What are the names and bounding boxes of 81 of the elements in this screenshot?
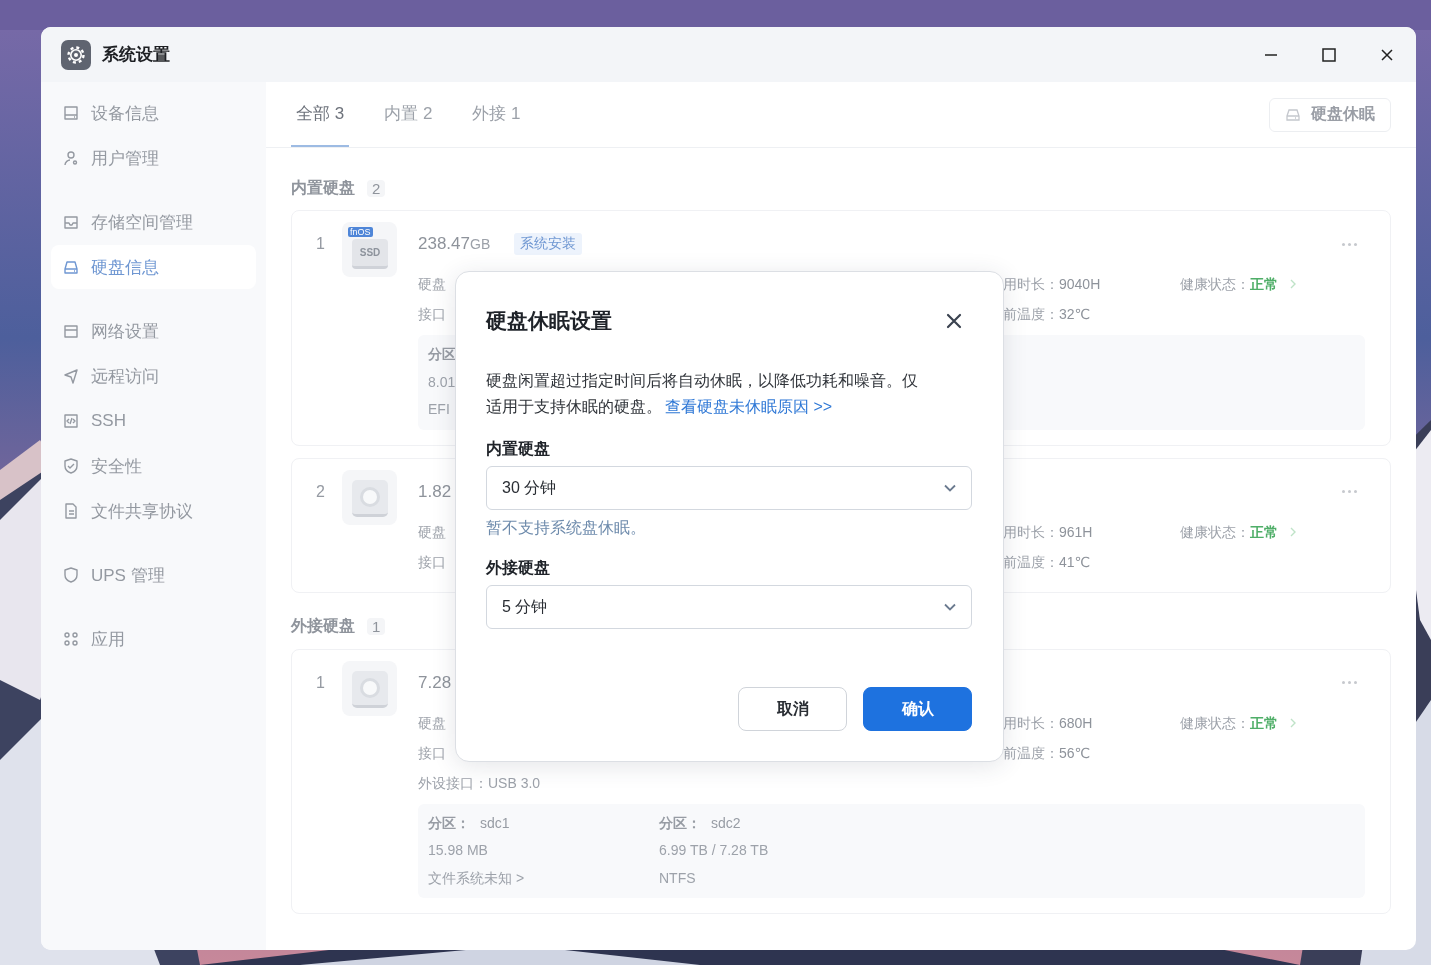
disk-detail: 接口 [418,305,446,324]
health-status[interactable]: 健康状态：正常 [1180,516,1298,547]
health-status[interactable]: 健康状态：正常 [1180,707,1298,738]
section-title: 内置硬盘 [291,177,355,198]
partition-name: 分区： sdc2 [659,813,741,833]
partition-detail: EFI [428,400,450,419]
disk-detail: 硬盘 [418,713,446,733]
sidebar-item[interactable]: 存储空间管理 [51,200,256,244]
confirm-button[interactable]: 确认 [863,687,972,731]
select-field[interactable]: 30 分钟 [486,466,972,510]
chevron-right-icon [1288,526,1298,537]
disk-index: 2 [316,481,326,502]
field-label: 外接硬盘 [486,558,550,578]
sidebar-item[interactable]: 应用 [51,617,256,661]
disk-stat: 前温度：32℃ [1003,305,1091,324]
partition-detail: 文件系统未知 > [428,868,525,888]
menu-item-icon [62,566,80,584]
dialog-description: 硬盘闲置超过指定时间后将自动休眠，以降低功耗和噪音。仅适用于支持休眠的硬盘。 查看硬盘未休眠原因 >> [486,371,919,417]
close-icon[interactable] [1380,47,1394,62]
partition-name: 分区： sdc1 [428,813,510,833]
chevron-right-icon [1288,279,1298,289]
sidebar-item[interactable]: 用户管理 [51,136,256,180]
partition-detail: 8.01 [428,372,456,392]
disk-stat: 前温度：56℃ [1003,743,1091,763]
dialog-title: 硬盘休眠设置 [486,308,612,334]
reason-link[interactable]: 查看硬盘未休眠原因 >> [665,398,833,415]
disk-detail: 硬盘 [418,522,446,542]
tab[interactable]: 全部 3 [291,82,350,147]
partition-name: 分区 [428,345,456,364]
sidebar-item[interactable]: 硬盘信息 [51,245,256,289]
sidebar-item[interactable]: 远程访问 [51,354,256,398]
sidebar-item[interactable]: 文件共享协议 [51,489,256,533]
count-badge: 2 [367,179,386,197]
disk-size: 238.47GB [418,234,491,254]
menu-item-icon [62,630,80,648]
sidebar-item[interactable]: UPS 管理 [51,553,256,597]
select-field[interactable]: 5 分钟 [486,585,972,629]
menu-item-icon [62,457,80,475]
disk-detail: 硬盘 [418,275,446,294]
menu-item-icon [62,502,80,520]
disk-stat: 用时长：9040H [1003,275,1101,294]
partition-detail: 15.98 MB [428,841,488,860]
disk-stat: 前温度：41℃ [1003,552,1091,572]
partition-detail: NTFS [659,868,696,888]
health-status[interactable]: 健康状态：正常 [1180,269,1298,299]
cancel-button[interactable]: 取消 [738,687,847,731]
menu-item-icon [62,412,80,430]
menu-item-icon [62,213,80,231]
settings-icon [61,39,91,70]
disk-detail: 接口 [418,552,446,572]
menu-item-icon [62,258,80,276]
disk-detail: 接口 [418,743,446,763]
tag: 系统安装 [514,233,583,255]
sleep-button[interactable]: 硬盘休眠 [1269,97,1391,132]
close-icon[interactable] [946,313,962,329]
menu-item-icon [62,367,80,385]
tab[interactable]: 外接 1 [467,82,526,147]
disk-index: 1 [316,234,326,254]
disk-stat: 用时长：961H [1003,522,1093,542]
disk-size: 1.82 [418,481,452,502]
partition-detail: 6.99 TB / 7.28 TB [659,841,769,860]
disk-size: 7.28 [418,672,452,693]
tab[interactable]: 内置 2 [379,82,438,147]
field-label: 内置硬盘 [486,439,550,459]
menu-item-icon [62,149,80,167]
disk-stat: 用时长：680H [1003,713,1093,733]
sidebar-item[interactable]: 安全性 [51,444,256,488]
chevron-right-icon [1288,717,1298,728]
sidebar-item[interactable]: 网络设置 [51,309,256,353]
drive-icon [1285,106,1301,123]
disk-index: 1 [316,672,326,693]
sidebar-item[interactable]: 设备信息 [51,91,256,135]
field-note: 暂不支持系统盘休眠。 [486,518,646,538]
sidebar-item[interactable]: SSH [51,399,256,443]
count-badge: 1 [367,618,386,635]
section-title: 外接硬盘 [291,616,355,636]
maximize-icon[interactable] [1322,47,1336,62]
menu-item-icon [62,322,80,340]
disk-detail: 外设接口：USB 3.0 [418,773,541,793]
menu-item-icon [62,104,80,122]
window-title: 系统设置 [102,44,170,66]
